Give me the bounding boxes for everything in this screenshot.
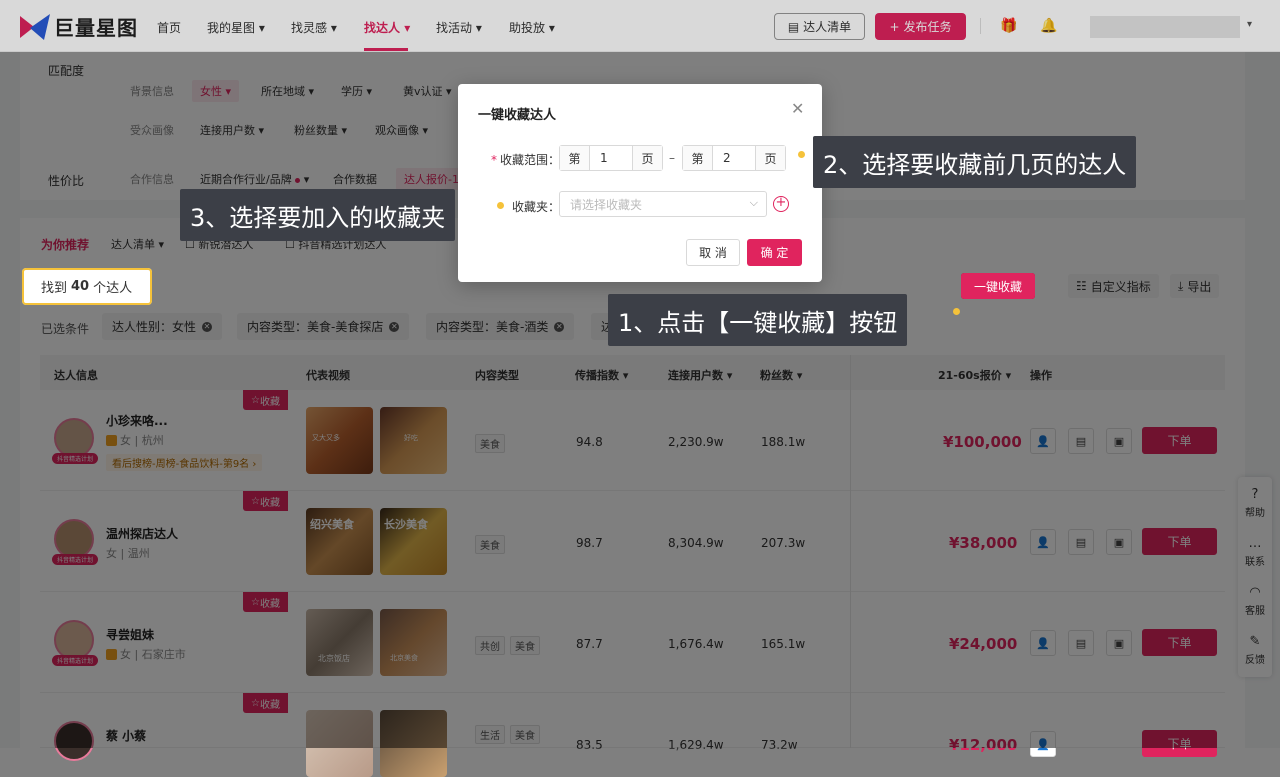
page-from-input[interactable]: 第 1 页	[559, 145, 663, 171]
collect-dialog: 一键收藏达人 ✕ * 收藏范围： 第 1 页 – 第 2 页 收藏夹： 请选择收藏…	[458, 84, 822, 282]
page-to-value[interactable]: 2	[713, 146, 755, 170]
chevron-down-icon: ⌵	[749, 196, 758, 209]
callout-dot	[497, 202, 504, 209]
result-prefix: 找到	[41, 281, 68, 296]
callout-step-1: 1、点击【一键收藏】按钮	[608, 294, 908, 346]
cancel-button[interactable]: 取 消	[686, 239, 740, 266]
nav-overlay	[0, 0, 1280, 52]
result-suffix: 个达人	[93, 281, 133, 296]
page-suffix: 页	[755, 146, 785, 170]
range-dash: –	[669, 151, 675, 165]
result-number: 40	[71, 279, 90, 294]
folder-label-text: 收藏夹	[512, 200, 549, 214]
page-suffix: 页	[632, 146, 662, 170]
page-prefix: 第	[683, 146, 713, 170]
page-to-input[interactable]: 第 2 页	[682, 145, 786, 171]
callout-step-3: 3、选择要加入的收藏夹	[180, 189, 456, 241]
callout-dot	[953, 308, 960, 315]
callout-step-2: 2、选择要收藏前几页的达人	[813, 136, 1137, 188]
page: 巨量星图 首页 我的星图 ▾ 找灵感 ▾ 找达人 ▾ 找活动 ▾ 助投放 ▾ ▤…	[0, 0, 1280, 777]
add-folder-icon[interactable]: +	[773, 196, 789, 212]
required-mark: *	[491, 153, 497, 167]
dialog-title: 一键收藏达人	[478, 108, 557, 123]
range-label: * 收藏范围：	[491, 153, 561, 167]
result-count-highlight: 找到 40 个达人	[22, 268, 152, 305]
page-from-value[interactable]: 1	[590, 146, 632, 170]
confirm-button[interactable]: 确 定	[747, 239, 802, 266]
folder-placeholder: 请选择收藏夹	[570, 197, 643, 212]
folder-select[interactable]: 请选择收藏夹 ⌵	[559, 191, 767, 217]
close-icon[interactable]: ✕	[791, 99, 804, 118]
callout-dot	[798, 151, 805, 158]
page-prefix: 第	[560, 146, 590, 170]
folder-label: 收藏夹：	[512, 200, 561, 214]
range-label-text: 收藏范围	[500, 153, 549, 167]
collect-all-button-highlight[interactable]: 一键收藏	[961, 273, 1035, 299]
